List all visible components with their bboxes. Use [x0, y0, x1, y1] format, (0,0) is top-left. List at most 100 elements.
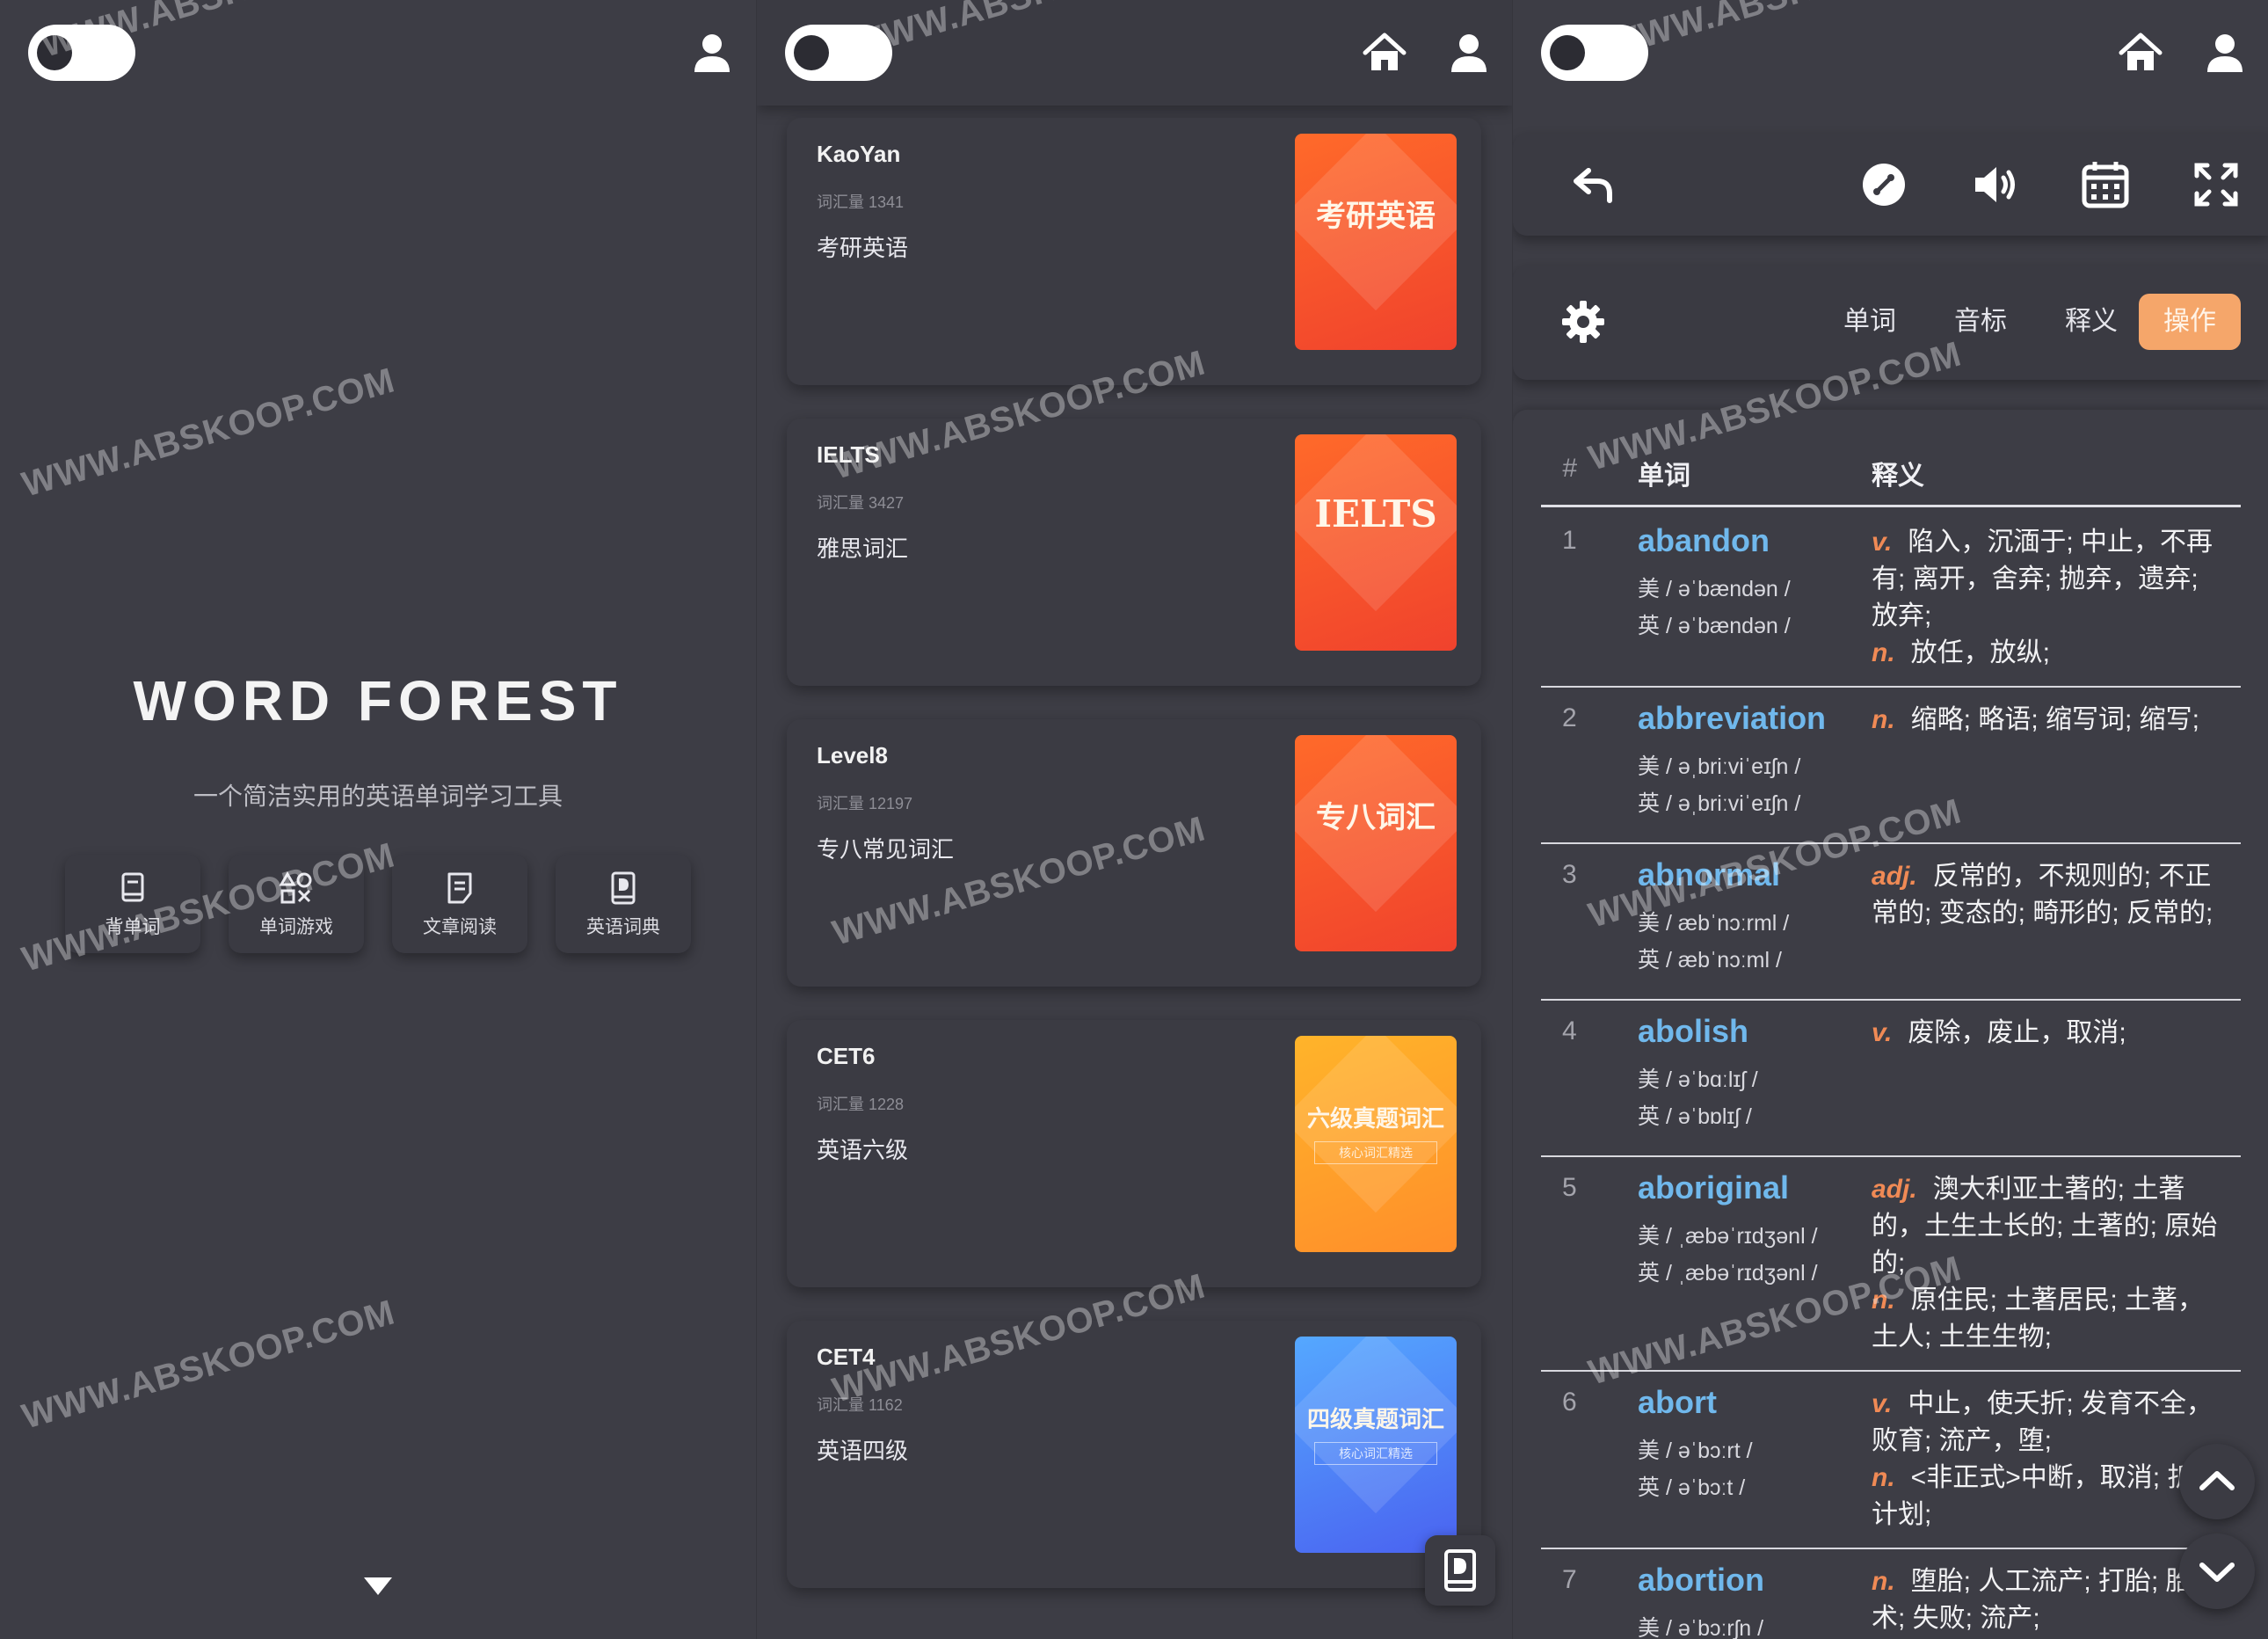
definition-line: n. 放任，放纵;	[1872, 635, 2223, 672]
row-number: 6	[1562, 1388, 1577, 1417]
calendar-icon[interactable]	[2077, 157, 2134, 213]
home-icon[interactable]	[1358, 26, 1411, 79]
definition-text: 反常的，不规则的; 不正常的; 变态的; 畸形的; 反常的;	[1872, 862, 2213, 928]
part-of-speech: n.	[1872, 638, 1895, 667]
word-text[interactable]: abbreviation	[1638, 700, 1826, 737]
definition-text: <非正式>中断，取消; 折的计划;	[1872, 1463, 2221, 1529]
definition-text: 放任，放纵;	[1910, 638, 2051, 667]
cover-title: 考研英语	[1316, 199, 1436, 234]
tab-actions[interactable]: 操作	[2139, 294, 2241, 350]
book-description: 英语六级	[817, 1137, 909, 1163]
phonetic-uk: 英 / əˈbændən /	[1638, 614, 1791, 638]
book-word-count: 词汇量 12197	[817, 795, 913, 812]
row-number: 7	[1562, 1565, 1577, 1594]
article-reading-button[interactable]: 文章阅读	[392, 855, 527, 953]
user-icon[interactable]	[686, 26, 738, 79]
tab-definition[interactable]: 释义	[2040, 294, 2142, 350]
row-number: 5	[1562, 1173, 1577, 1202]
fullscreen-icon[interactable]	[2188, 157, 2244, 213]
part-of-speech: v.	[1872, 528, 1893, 557]
definition-text: 陷入，沉湎于; 中止，不再有; 离开，舍弃; 抛弃，遗弃; 放弃;	[1872, 528, 2213, 630]
chevron-up-icon	[2199, 1471, 2235, 1490]
book-cover[interactable]: IELTS	[1295, 434, 1457, 651]
speaker-icon[interactable]	[1966, 157, 2023, 213]
home-icon[interactable]	[2114, 26, 2167, 79]
book-cover[interactable]: 六级真题词汇 核心词汇精选	[1295, 1036, 1457, 1252]
part-of-speech: n.	[1872, 1567, 1895, 1596]
phonetic-uk: 英 / əˌbriːviˈeɪʃn /	[1638, 791, 1801, 816]
phonetic-uk: 英 / əˈbɔːt /	[1638, 1475, 1746, 1500]
cover-title: 四级真题词汇	[1306, 1407, 1444, 1433]
cover-title: IELTS	[1314, 492, 1437, 535]
column-header-definition: 释义	[1872, 462, 1924, 491]
table-row[interactable]: 4 abolish 美 / əˈbɑːlɪʃ / 英 / əˈbɒlɪʃ / v. 废除，…	[1541, 1001, 2241, 1157]
phonetic-uk: 英 / əˈbɒlɪʃ /	[1638, 1104, 1752, 1129]
undo-icon[interactable]	[1566, 157, 1622, 213]
row-number: 3	[1562, 860, 1577, 889]
word-text[interactable]: abort	[1638, 1384, 1717, 1421]
chevron-down-icon	[2199, 1563, 2235, 1582]
table-row[interactable]: 6 abort 美 / əˈbɔːrt / 英 / əˈbɔːt / v. 中止，使夭折;…	[1541, 1372, 2241, 1549]
english-dictionary-button[interactable]: 英语词典	[556, 855, 691, 953]
part-of-speech: v.	[1872, 1018, 1893, 1047]
header-divider	[1541, 505, 2241, 507]
definition-text: 堕胎; 人工流产; 打胎; 胎手术; 失败; 流产;	[1872, 1567, 2219, 1633]
scroll-up-button[interactable]	[2179, 1444, 2255, 1519]
definition-cell: v. 中止，使夭折; 发育不全，败育; 流产，堕; n. <非正式>中断，取消; 折的…	[1872, 1386, 2223, 1533]
phonetic-uk: 英 / æbˈnɔːml /	[1638, 948, 1782, 972]
chevron-down-icon[interactable]	[360, 1574, 396, 1599]
word-toolbar	[1513, 134, 2268, 236]
book-name: Level8	[817, 742, 888, 769]
book-description: 考研英语	[817, 235, 909, 261]
word-text[interactable]: aboriginal	[1638, 1169, 1789, 1206]
music-link-icon[interactable]	[1856, 157, 1912, 213]
definition-text: 缩略; 略语; 缩写词; 缩写;	[1910, 705, 2200, 734]
phonetic-us: 美 / əˈbɑːlɪʃ /	[1638, 1067, 1758, 1092]
scroll-down-button[interactable]	[2179, 1533, 2255, 1609]
part-of-speech: adj.	[1872, 862, 1917, 891]
book-name: CET6	[817, 1043, 876, 1069]
table-row[interactable]: 3 abnormal 美 / æbˈnɔːrml / 英 / æbˈnɔːml / ad…	[1541, 844, 2241, 1001]
table-row[interactable]: 7 abortion 美 / əˈbɔːrʃn / n. 堕胎; 人工流产; 打胎; 胎…	[1541, 1549, 2241, 1639]
word-text[interactable]: abolish	[1638, 1013, 1748, 1050]
part-of-speech: n.	[1872, 1463, 1895, 1492]
part-of-speech: n.	[1872, 705, 1895, 734]
book-cover[interactable]: 专八词汇	[1295, 735, 1457, 951]
book-icon	[121, 872, 144, 902]
cover-subtitle: 核心词汇精选	[1314, 1141, 1437, 1164]
toggle-knob	[1550, 35, 1585, 70]
book-description: 雅思词汇	[817, 535, 909, 562]
word-text[interactable]: abortion	[1638, 1562, 1764, 1599]
dictionary-icon	[611, 871, 636, 905]
table-row[interactable]: 1 abandon 美 / əˈbændən / 英 / əˈbændən / v. 陷入…	[1541, 510, 2241, 688]
tab-word[interactable]: 单词	[1819, 294, 1921, 350]
book-description: 英语四级	[817, 1438, 909, 1464]
part-of-speech: v.	[1872, 1389, 1893, 1418]
book-cover[interactable]: 四级真题词汇 核心词汇精选	[1295, 1337, 1457, 1553]
definition-line: adj. 反常的，不规则的; 不正常的; 变态的; 畸形的; 反常的;	[1872, 858, 2223, 932]
phonetic-us: 美 / əˈbɔːrt /	[1638, 1439, 1753, 1463]
user-icon[interactable]	[1443, 26, 1495, 79]
definition-cell: v. 陷入，沉湎于; 中止，不再有; 离开，舍弃; 抛弃，遗弃; 放弃; n. 放任，…	[1872, 524, 2223, 672]
definition-cell: adj. 反常的，不规则的; 不正常的; 变态的; 畸形的; 反常的;	[1872, 858, 2223, 932]
book-cover[interactable]: 考研英语	[1295, 134, 1457, 350]
word-text[interactable]: abandon	[1638, 522, 1770, 559]
dictionary-button[interactable]	[1425, 1535, 1495, 1606]
definition-line: n. 缩略; 略语; 缩写词; 缩写;	[1872, 702, 2223, 739]
book-word-count: 词汇量 3427	[817, 494, 905, 512]
definition-cell: n. 缩略; 略语; 缩写词; 缩写;	[1872, 702, 2223, 739]
app-subtitle: 一个简洁实用的英语单词学习工具	[193, 783, 563, 810]
phonetic-us: 美 / əˈbændən /	[1638, 577, 1791, 601]
user-icon[interactable]	[2199, 26, 2251, 79]
book-description: 专八常见词汇	[817, 836, 955, 863]
definition-cell: n. 堕胎; 人工流产; 打胎; 胎手术; 失败; 流产;	[1872, 1563, 2223, 1637]
phonetic-us: 美 / əˈbɔːrʃn /	[1638, 1616, 1764, 1639]
book-card[interactable]: CET6 词汇量 1228 英语六级 六级真题词汇 核心词汇精选	[787, 1020, 1481, 1287]
definition-line: v. 中止，使夭折; 发育不全，败育; 流产，堕;	[1872, 1386, 2223, 1460]
nav-label: 文章阅读	[423, 917, 497, 937]
dictionary-icon	[1444, 1549, 1476, 1592]
cover-subtitle: 核心词汇精选	[1314, 1442, 1437, 1465]
book-card[interactable]: KaoYan 词汇量 1341 考研英语 考研英语	[787, 118, 1481, 385]
gear-icon[interactable]	[1560, 299, 1606, 345]
book-word-count: 词汇量 1341	[817, 193, 905, 211]
